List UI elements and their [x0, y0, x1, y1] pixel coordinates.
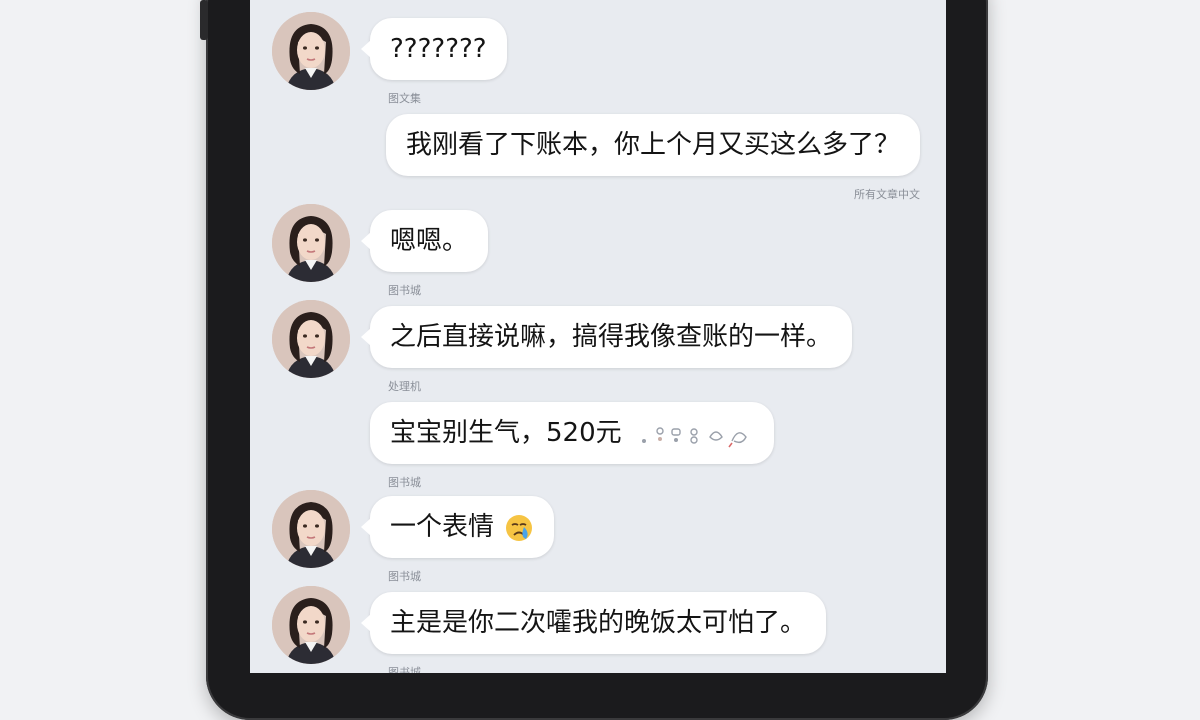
crying-face-emoji-icon	[506, 514, 533, 541]
message-text: 宝宝别生气，520元	[390, 418, 622, 448]
woman-avatar-icon	[272, 12, 350, 90]
message-bubble[interactable]: 主是是你二次嚯我的晚饭太可怕了。	[360, 592, 827, 654]
message-text: 我刚看了下账本，你上个月又买这么多了？	[405, 130, 900, 160]
message-text: 之后直接说嘛，搞得我像查账的一样。	[390, 322, 833, 352]
message-text: 主是是你二次嚯我的晚饭太可怕了。	[390, 608, 807, 638]
chat-screen[interactable]: ??????? 图文集 我刚看了下账本，你上个月又买这么多了？ 所有文章中文 嗯…	[250, 0, 946, 673]
message-text: 一个表情	[390, 512, 495, 542]
phone-side-button	[200, 0, 208, 40]
message-meta: 图文集	[388, 92, 421, 105]
message-bubble[interactable]: 嗯嗯。	[360, 210, 489, 272]
message-bubble[interactable]: 之后直接说嘛，搞得我像查账的一样。	[360, 306, 853, 368]
message-meta: 图书城	[388, 476, 421, 489]
avatar[interactable]	[272, 300, 350, 378]
woman-avatar-icon	[272, 490, 350, 568]
message-bubble[interactable]: 我刚看了下账本，你上个月又买这么多了？	[385, 114, 920, 176]
message-meta: 处理机	[388, 380, 421, 393]
message-bubble[interactable]: 一个表情	[360, 496, 555, 558]
woman-avatar-icon	[272, 586, 350, 664]
woman-avatar-icon	[272, 300, 350, 378]
avatar[interactable]	[272, 490, 350, 568]
avatar[interactable]	[272, 586, 350, 664]
message-meta: 图书城	[388, 666, 421, 673]
message-bubble[interactable]: 宝宝别生气，520元	[370, 402, 774, 464]
message-meta: 图书城	[388, 284, 421, 297]
message-meta: 图书城	[388, 570, 421, 583]
message-text: 嗯嗯。	[390, 226, 469, 256]
message-meta: 所有文章中文	[854, 188, 920, 201]
message-bubble[interactable]: ???????	[361, 18, 507, 80]
avatar[interactable]	[272, 204, 350, 282]
avatar[interactable]	[272, 12, 350, 90]
sticker-icon	[641, 426, 747, 447]
message-text: ???????	[390, 34, 487, 64]
woman-avatar-icon	[272, 204, 350, 282]
